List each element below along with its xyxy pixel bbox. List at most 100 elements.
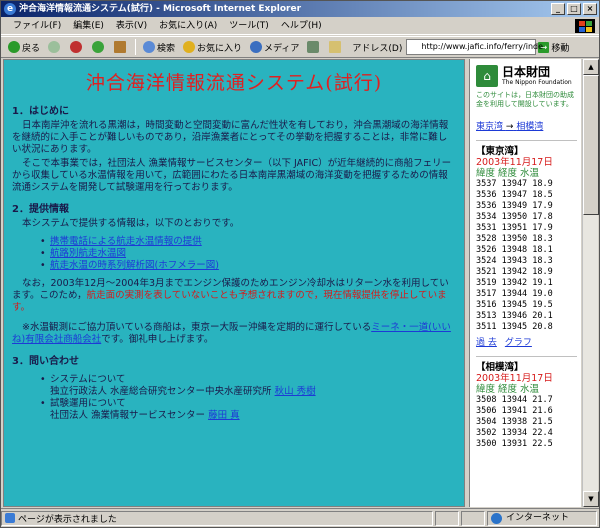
list-item: 携帯電話による航走水温情報の提供 (40, 236, 456, 248)
refresh-button[interactable] (89, 38, 109, 56)
station-row: 3521 13942 18.9 (476, 267, 553, 277)
maximize-button[interactable]: □ (567, 3, 581, 15)
section-heading-contact: 3．問い合わせ (12, 356, 79, 367)
status-cell (435, 510, 459, 526)
station-row: 3504 13938 21.5 (476, 417, 553, 427)
link-route-map[interactable]: 航路別航走水温図 (50, 248, 126, 259)
station-block: 【相模湾】 2003年11月17日 緯度 経度 水温 3508 13944 21.7 3… (476, 356, 577, 450)
station-row: 3502 13934 22.4 (476, 428, 553, 438)
contact-operation: 社団法人 漁業情報サービスセンター 藤田 真 (50, 410, 240, 421)
link-timeseries[interactable]: 航走水温の時系列解析図(ホフメラー図) (50, 260, 219, 271)
search-icon (143, 41, 156, 53)
home-button[interactable] (111, 38, 131, 56)
menu-help[interactable]: ヘルプ(H) (275, 17, 328, 35)
history-button[interactable] (304, 38, 324, 56)
menu-view[interactable]: 表示(V) (110, 17, 153, 35)
station-row: 3537 13947 18.9 (476, 179, 553, 189)
status-cell (461, 510, 485, 526)
back-button[interactable]: 戻る (5, 38, 43, 56)
menu-tools[interactable]: ツール(T) (223, 17, 275, 35)
nippon-foundation-logo[interactable]: ⌂ 日本財団 The Nippon Foundation (476, 65, 575, 87)
main-content-frame: 沖合海洋情報流通システム(試行) 1．はじめに 日本南岸沖を流れる黒潮は，時間変… (3, 59, 465, 507)
stop-button[interactable] (67, 38, 87, 56)
mail-button[interactable] (326, 38, 346, 56)
contact-list: システムについて (40, 374, 456, 386)
page-icon (5, 512, 15, 523)
list-item: 試験運用について (40, 398, 456, 410)
address-input[interactable]: http://www.jafic.info/ferry/inde (406, 39, 543, 55)
logo-name: 日本財団 (502, 65, 551, 79)
media-button[interactable]: メディア (247, 38, 302, 56)
intro-paragraph-2: そこで本事業では，社団法人 漁業情報サービスセンター（以下 JAFIC）が近年継… (12, 158, 452, 193)
back-arrow-icon (8, 41, 20, 53)
globe-icon (491, 512, 502, 524)
vertical-scrollbar[interactable]: ▲ ▼ (582, 59, 599, 507)
section-heading-info: 2．提供情報 (12, 204, 69, 215)
station-links: 過 去グラフ (476, 335, 577, 348)
browser-window: e 沖合海洋情報流通システム(試行) - Microsoft Internet … (0, 0, 600, 528)
status-message: ページが表示されました (1, 510, 433, 526)
contact-list: 試験運用について (40, 398, 456, 410)
link-contact-fujita[interactable]: 藤田 真 (208, 410, 240, 421)
ie-icon: e (4, 3, 16, 15)
station-row: 3513 13946 20.1 (476, 311, 553, 321)
minimize-button[interactable]: _ (551, 3, 565, 15)
info-link-list: 携帯電話による航走水温情報の提供 航路別航走水温図 航走水温の時系列解析図(ホフ… (40, 236, 456, 272)
stop-icon (70, 41, 83, 53)
scroll-down-button[interactable]: ▼ (583, 491, 599, 507)
info-intro: 本システムで提供する情報は，以下のとおりです。 (22, 218, 240, 229)
history-link[interactable]: 過 去 (476, 338, 497, 348)
search-button[interactable]: 検索 (140, 38, 178, 56)
toolbar-separator (135, 39, 137, 55)
foundation-mark-icon: ⌂ (476, 65, 498, 87)
scroll-thumb[interactable] (583, 75, 599, 215)
link-mobile-info[interactable]: 携帯電話による航走水温情報の提供 (50, 236, 202, 247)
station-row: 3506 13941 21.6 (476, 406, 553, 416)
intro-paragraph-1: 日本南岸沖を流れる黒潮は，時間変動と空間変動に富んだ性状を有しており，沖合黒潮域… (12, 120, 449, 155)
menu-favorites[interactable]: お気に入り(A) (153, 17, 223, 35)
scroll-up-button[interactable]: ▲ (583, 59, 599, 75)
page-title: 沖合海洋情報流通システム(試行) (85, 72, 383, 94)
security-zone: インターネット (487, 510, 597, 526)
window-title: 沖合海洋情報流通システム(試行) - Microsoft Internet Ex… (19, 4, 302, 14)
link-contact-akiyama[interactable]: 秋山 秀樹 (275, 386, 316, 397)
section-heading-intro: 1．はじめに (12, 106, 69, 117)
station-row: 3528 13950 18.3 (476, 234, 553, 244)
forward-arrow-icon (48, 41, 61, 53)
station-row: 3516 13945 19.5 (476, 300, 553, 310)
mail-icon (329, 41, 342, 53)
station-row: 3536 13949 17.9 (476, 201, 553, 211)
station-row: 3534 13950 17.8 (476, 212, 553, 222)
refresh-icon (92, 41, 105, 53)
notice-paragraph: なお，2003年12月〜2004年3月までエンジン保護のためエンジン冷却水はリタ… (12, 278, 449, 313)
title-bar[interactable]: e 沖合海洋情報流通システム(試行) - Microsoft Internet … (1, 1, 599, 17)
favorites-button[interactable]: お気に入り (180, 38, 245, 56)
funding-note: このサイトは，日本財団の助成金を利用して開設しています。 (476, 91, 574, 108)
list-item: システムについて (40, 374, 456, 386)
route-arrow-icon: → (505, 122, 514, 132)
station-name: 【東京湾】 (476, 146, 524, 157)
route-link[interactable]: 東京湾 → 相模湾 (476, 119, 575, 132)
station-block: 【東京湾】 2003年11月17日 緯度 経度 水温 3537 13947 18.9 3… (476, 140, 577, 348)
station-date: 2003年11月17日 (476, 373, 553, 384)
close-button[interactable]: × (583, 3, 597, 15)
station-row: 3500 13931 22.5 (476, 439, 553, 449)
station-row: 3526 13948 18.1 (476, 245, 553, 255)
menu-file[interactable]: ファイル(F) (7, 17, 67, 35)
menu-edit[interactable]: 編集(E) (67, 17, 110, 35)
graph-link[interactable]: グラフ (505, 338, 532, 348)
sidebar-frame: ⌂ 日本財団 The Nippon Foundation このサイトは，日本財団… (469, 59, 581, 507)
forward-button[interactable] (45, 38, 65, 56)
media-icon (250, 41, 263, 53)
logo-subtitle: The Nippon Foundation (502, 79, 572, 86)
thanks-paragraph: ※水温観測にご協力頂いている商船は，東京ー大阪ー沖縄を定期的に運行しているミーネ… (12, 322, 451, 345)
list-item: 航走水温の時系列解析図(ホフメラー図) (40, 260, 456, 272)
station-row: 3508 13944 21.7 (476, 395, 553, 405)
station-name: 【相模湾】 (476, 362, 524, 373)
station-header: 緯度 経度 水温 (476, 168, 540, 179)
menu-bar: ファイル(F) 編集(E) 表示(V) お気に入り(A) ツール(T) ヘルプ(… (1, 17, 599, 35)
star-icon (183, 41, 196, 53)
address-label: アドレス(D) (352, 43, 403, 54)
main-content: 沖合海洋情報流通システム(試行) 1．はじめに 日本南岸沖を流れる黒潮は，時間変… (4, 60, 464, 506)
station-header: 緯度 経度 水温 (476, 384, 540, 395)
